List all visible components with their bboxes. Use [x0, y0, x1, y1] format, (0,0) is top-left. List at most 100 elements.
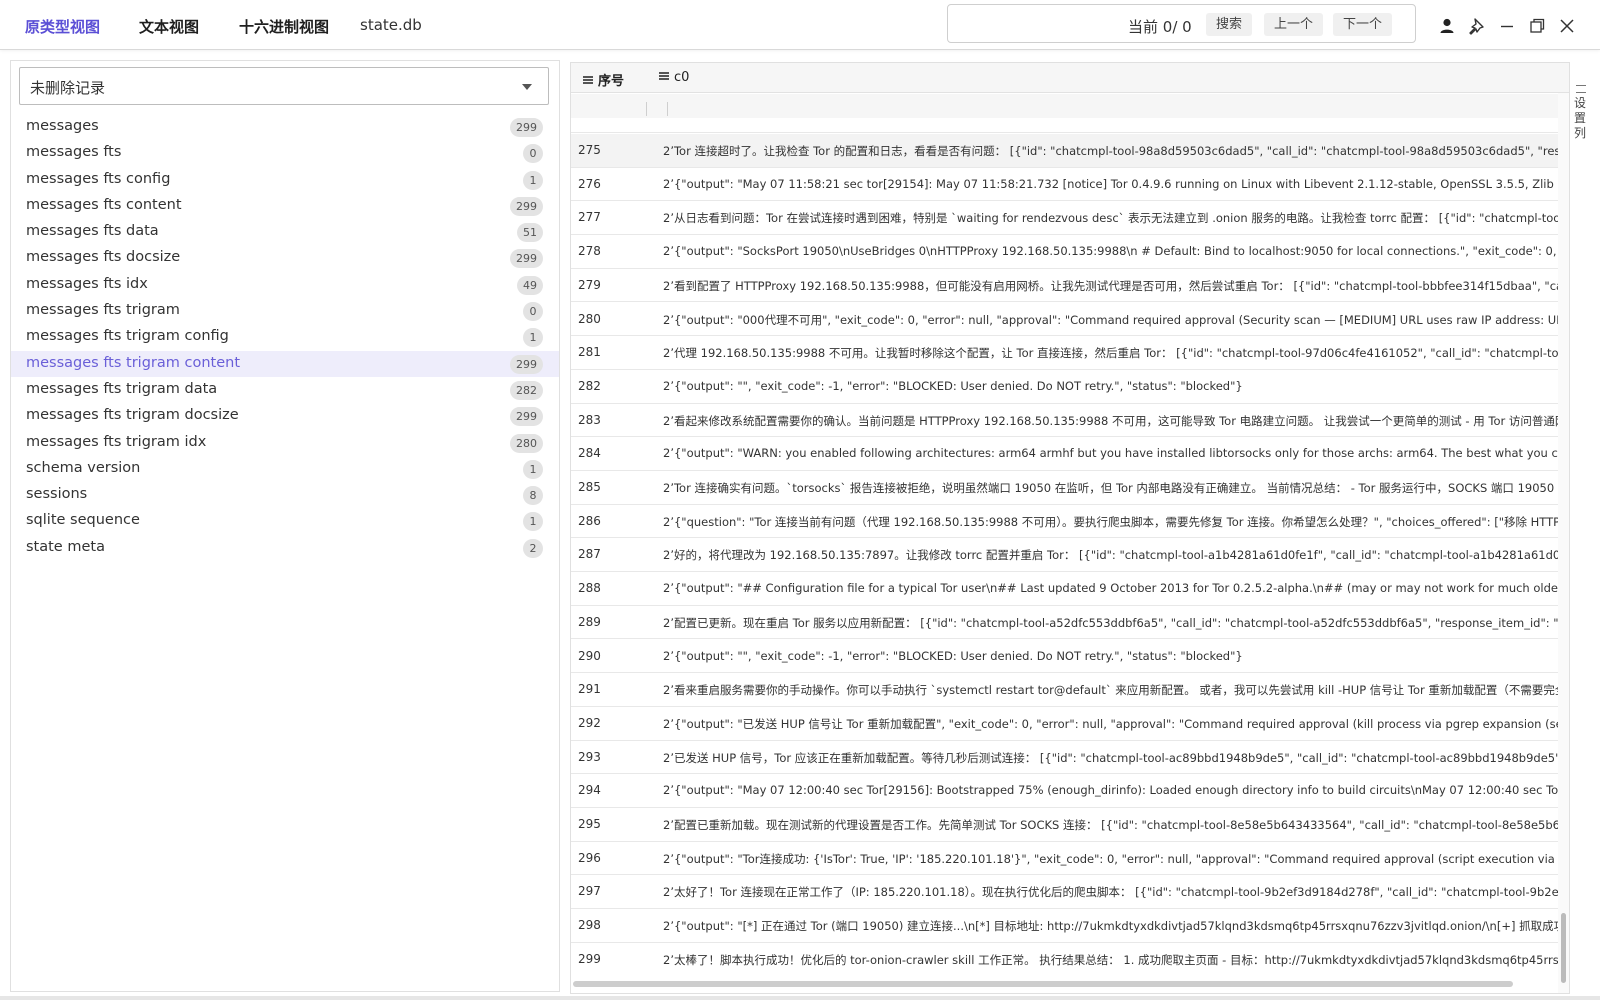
column-settings-button[interactable]: 设置列	[1571, 80, 1595, 150]
tab-raw-type-view[interactable]: 原类型视图	[25, 16, 100, 37]
column-separator	[667, 102, 668, 116]
row-index: 295	[578, 817, 601, 831]
prev-result-button[interactable]: 上一个	[1264, 13, 1324, 36]
cell-c0[interactable]: 2ʼ好的，将代理改为 192.168.50.135:7897。让我修改 torr…	[663, 547, 1559, 563]
table-list-item[interactable]: messages fts docsize 299	[11, 245, 559, 271]
table-row[interactable]: 293 2ʼ已发送 HUP 信号，Tor 应该正在重新加载配置。等待几秒后测试连接…	[571, 740, 1559, 775]
cell-c0[interactable]: 2ʼ看到配置了 HTTPProxy 192.168.50.135:9988，但可…	[663, 278, 1559, 294]
cell-c0[interactable]: 2ʼ太好了！Tor 连接现在正常工作了（IP: 185.220.101.18）。…	[663, 884, 1559, 900]
search-button[interactable]: 搜索	[1206, 13, 1253, 36]
cell-c0[interactable]: 2ʼ已发送 HUP 信号，Tor 应该正在重新加载配置。等待几秒后测试连接： […	[663, 750, 1559, 766]
table-row[interactable]: 285 2ʼTor 连接确实有问题。`torsocks` 报告连接被拒绝，说明虽然…	[571, 471, 1559, 505]
tab-hex-view[interactable]: 十六进制视图	[239, 16, 329, 37]
cell-c0[interactable]: 2ʼ{"output": "已发送 HUP 信号让 Tor 重新加载配置", "…	[663, 716, 1559, 732]
table-row[interactable]: 290 2ʼ{"output": "", "exit_code": -1, "er…	[571, 639, 1559, 674]
close-icon[interactable]	[1557, 16, 1577, 36]
table-name: messages fts data	[26, 223, 159, 240]
table-list-item[interactable]: messages fts trigram docsize 299	[11, 403, 559, 429]
horizontal-scrollbar[interactable]	[571, 979, 1558, 989]
record-count-badge: 2	[523, 538, 543, 558]
column-header-index[interactable]: 序号	[583, 70, 624, 89]
cell-c0[interactable]: 2ʼ{"output": "WARN: you enabled followin…	[663, 446, 1559, 460]
table-list-item[interactable]: state meta 2	[11, 535, 559, 561]
cell-c0[interactable]: 2ʼ{"output": "May 07 12:00:40 sec Tor[29…	[663, 783, 1559, 797]
table-list-item[interactable]: messages fts trigram content 299	[11, 350, 559, 377]
table-list-item[interactable]: sessions 8	[11, 482, 559, 508]
table-list-item[interactable]: sqlite sequence 1	[11, 508, 559, 534]
user-icon[interactable]	[1437, 16, 1457, 36]
cell-c0[interactable]: 2ʼ代理 192.168.50.135:9988 不可用。让我暂时移除这个配置，…	[663, 345, 1559, 361]
scrollbar-thumb[interactable]	[1561, 913, 1566, 983]
table-list-item[interactable]: messages fts idx 49	[11, 272, 559, 298]
cell-c0[interactable]: 2ʼTor 连接超时了。让我检查 Tor 的配置和日志，看看是否有问题： [{"…	[663, 143, 1559, 159]
pin-icon[interactable]	[1467, 16, 1487, 36]
table-row[interactable]: 297 2ʼ太好了！Tor 连接现在正常工作了（IP: 185.220.101.1…	[571, 875, 1559, 910]
cell-c0[interactable]: 2ʼ配置已更新。现在重启 Tor 服务以应用新配置： [{"id": "chat…	[663, 615, 1559, 631]
table-row[interactable]: 295 2ʼ配置已重新加载。现在测试新的代理设置是否工作。先简单测试 Tor SO…	[571, 808, 1559, 842]
table-name: messages fts idx	[26, 275, 148, 292]
table-row[interactable]: 288 2ʼ{"output": "## Configuration file f…	[571, 572, 1559, 606]
table-row[interactable]: 298 2ʼ{"output": "[*] 正在通过 Tor (端口 19050)…	[571, 909, 1559, 943]
cell-c0[interactable]: 2ʼ{"output": "SocksPort 19050\nUseBridge…	[663, 244, 1559, 258]
cell-c0[interactable]: 2ʼ{"output": "", "exit_code": -1, "error…	[663, 649, 1243, 663]
table-list-item[interactable]: messages fts trigram config 1	[11, 324, 559, 350]
minimize-icon[interactable]	[1497, 16, 1517, 36]
table-name: messages fts trigram content	[26, 354, 241, 371]
table-list-item[interactable]: messages 299	[11, 114, 559, 140]
table-list-item[interactable]: messages fts trigram 0	[11, 298, 559, 324]
tab-text-view[interactable]: 文本视图	[139, 16, 199, 37]
table-row[interactable]: 277 2ʼ从日志看到问题：Tor 在尝试连接时遇到困难，特别是 `waiting…	[571, 201, 1559, 236]
cell-c0[interactable]: 2ʼ{"output": "", "exit_code": -1, "error…	[663, 379, 1243, 393]
table-name: messages fts trigram data	[26, 380, 218, 397]
cell-c0[interactable]: 2ʼTor 连接确实有问题。`torsocks` 报告连接被拒绝，说明虽然端口 …	[663, 480, 1559, 496]
vertical-scrollbar[interactable]	[1558, 93, 1569, 993]
table-row[interactable]: 275 2ʼTor 连接超时了。让我检查 Tor 的配置和日志，看看是否有问题： …	[571, 134, 1559, 168]
table-row[interactable]: 299 2ʼ太棒了！脚本执行成功！优化后的 tor-onion-crawler s…	[571, 942, 1559, 973]
table-list-item[interactable]: messages fts content 299	[11, 193, 559, 219]
table-row[interactable]: 292 2ʼ{"output": "已发送 HUP 信号让 Tor 重新加载配置"…	[571, 706, 1559, 741]
top-toolbar: 原类型视图 文本视图 十六进制视图 state.db 当前 0/ 0 搜索 上一…	[0, 0, 1600, 50]
table-list-item[interactable]: messages fts 0	[11, 140, 559, 166]
table-row[interactable]: 281 2ʼ代理 192.168.50.135:9988 不可用。让我暂时移除这个…	[571, 336, 1559, 370]
table-row[interactable]: 284 2ʼ{"output": "WARN: you enabled follo…	[571, 437, 1559, 471]
table-list-item[interactable]: messages fts trigram idx 280	[11, 430, 559, 456]
table-row[interactable]: 294 2ʼ{"output": "May 07 12:00:40 sec Tor…	[571, 774, 1559, 808]
table-row[interactable]: 286 2ʼ{"question": "Tor 连接当前有问题（代理 192.16…	[571, 504, 1559, 539]
cell-c0[interactable]: 2ʼ{"question": "Tor 连接当前有问题（代理 192.168.5…	[663, 514, 1559, 530]
next-result-button[interactable]: 下一个	[1333, 13, 1393, 36]
table-row[interactable]: 287 2ʼ好的，将代理改为 192.168.50.135:7897。让我修改 t…	[571, 538, 1559, 573]
table-list-item[interactable]: schema version 1	[11, 456, 559, 482]
table-list-item[interactable]: messages fts trigram data 282	[11, 377, 559, 403]
table-row[interactable]: 276 2ʼ{"output": "May 07 11:58:21 sec tor…	[571, 167, 1559, 202]
record-count-badge: 299	[510, 249, 543, 269]
table-row[interactable]: 279 2ʼ看到配置了 HTTPProxy 192.168.50.135:9988…	[571, 268, 1559, 303]
cell-c0[interactable]: 2ʼ{"output": "Tor连接成功: {'IsTor': True, '…	[663, 851, 1559, 867]
cell-c0[interactable]: 2ʼ看起来修改系统配置需要你的确认。当前问题是 HTTPProxy 192.16…	[663, 413, 1559, 429]
cell-c0[interactable]: 2ʼ{"output": "May 07 11:58:21 sec tor[29…	[663, 177, 1559, 191]
table-row[interactable]: 291 2ʼ看来重启服务需要你的手动操作。你可以手动执行 `systemctl r…	[571, 673, 1559, 707]
cell-c0[interactable]: 2ʼ看来重启服务需要你的手动操作。你可以手动执行 `systemctl rest…	[663, 682, 1559, 698]
cell-c0[interactable]: 2ʼ{"output": "000代理不可用", "exit_code": 0,…	[663, 312, 1559, 328]
table-row[interactable]: 289 2ʼ配置已更新。现在重启 Tor 服务以应用新配置： [{"id": "c…	[571, 605, 1559, 640]
file-name: state.db	[360, 16, 422, 34]
table-list-item[interactable]: messages fts config 1	[11, 167, 559, 193]
table-row[interactable]: 296 2ʼ{"output": "Tor连接成功: {'IsTor': True…	[571, 841, 1559, 876]
cell-c0[interactable]: 2ʼ太棒了！脚本执行成功！优化后的 tor-onion-crawler skil…	[663, 952, 1559, 968]
row-index: 283	[578, 412, 601, 427]
table-list-item[interactable]: messages fts data 51	[11, 219, 559, 245]
table-row[interactable]: 283 2ʼ看起来修改系统配置需要你的确认。当前问题是 HTTPProxy 192…	[571, 403, 1559, 438]
cell-c0[interactable]: 2ʼ配置已重新加载。现在测试新的代理设置是否工作。先简单测试 Tor SOCKS…	[663, 817, 1559, 833]
row-index: 282	[578, 378, 601, 393]
cell-c0[interactable]: 2ʼ{"output": "[*] 正在通过 Tor (端口 19050) 建立…	[663, 918, 1559, 934]
record-filter-select[interactable]: 未删除记录	[19, 67, 549, 105]
search-input[interactable]	[952, 9, 1122, 38]
column-header-c0[interactable]: c0	[659, 70, 689, 85]
scrollbar-thumb[interactable]	[573, 981, 1513, 987]
cell-c0[interactable]: 2ʼ从日志看到问题：Tor 在尝试连接时遇到困难，特别是 `waiting fo…	[663, 210, 1559, 226]
record-count-badge: 51	[517, 223, 543, 243]
cell-c0[interactable]: 2ʼ{"output": "## Configuration file for …	[663, 581, 1559, 595]
table-row[interactable]: 278 2ʼ{"output": "SocksPort 19050\nUseBri…	[571, 235, 1559, 269]
table-row[interactable]: 280 2ʼ{"output": "000代理不可用", "exit_code":…	[571, 302, 1559, 337]
table-row[interactable]: 282 2ʼ{"output": "", "exit_code": -1, "er…	[571, 369, 1559, 404]
restore-icon[interactable]	[1527, 16, 1547, 36]
